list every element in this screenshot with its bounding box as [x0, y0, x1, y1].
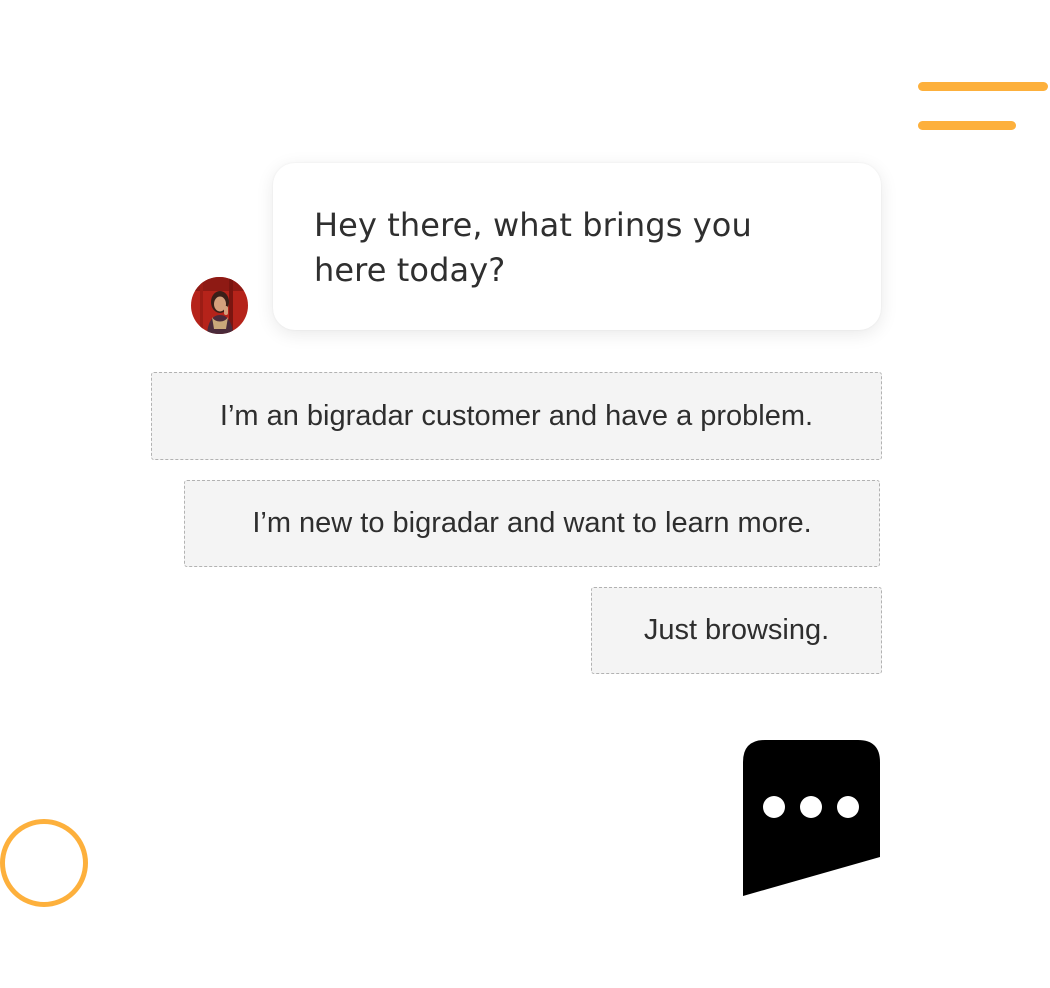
agent-avatar — [191, 277, 248, 334]
decorative-circle — [0, 819, 88, 907]
chat-bubble-shape — [743, 740, 880, 896]
chat-launcher-button[interactable] — [743, 740, 880, 896]
greeting-message-text: Hey there, what brings you here today? — [314, 206, 752, 289]
option-existing-customer-button[interactable]: I’m an bigradar customer and have a prob… — [151, 372, 882, 460]
user-avatar-icon — [191, 277, 248, 334]
chat-dot-1 — [763, 796, 785, 818]
option-new-user-button[interactable]: I’m new to bigradar and want to learn mo… — [184, 480, 880, 567]
chat-dot-2 — [800, 796, 822, 818]
option-just-browsing-button[interactable]: Just browsing. — [591, 587, 882, 674]
decorative-line-top — [918, 82, 1048, 91]
chat-dot-3 — [837, 796, 859, 818]
decorative-line-bottom — [918, 121, 1016, 130]
greeting-message-bubble: Hey there, what brings you here today? — [273, 163, 881, 330]
chat-bubble-dots-icon — [743, 740, 880, 896]
